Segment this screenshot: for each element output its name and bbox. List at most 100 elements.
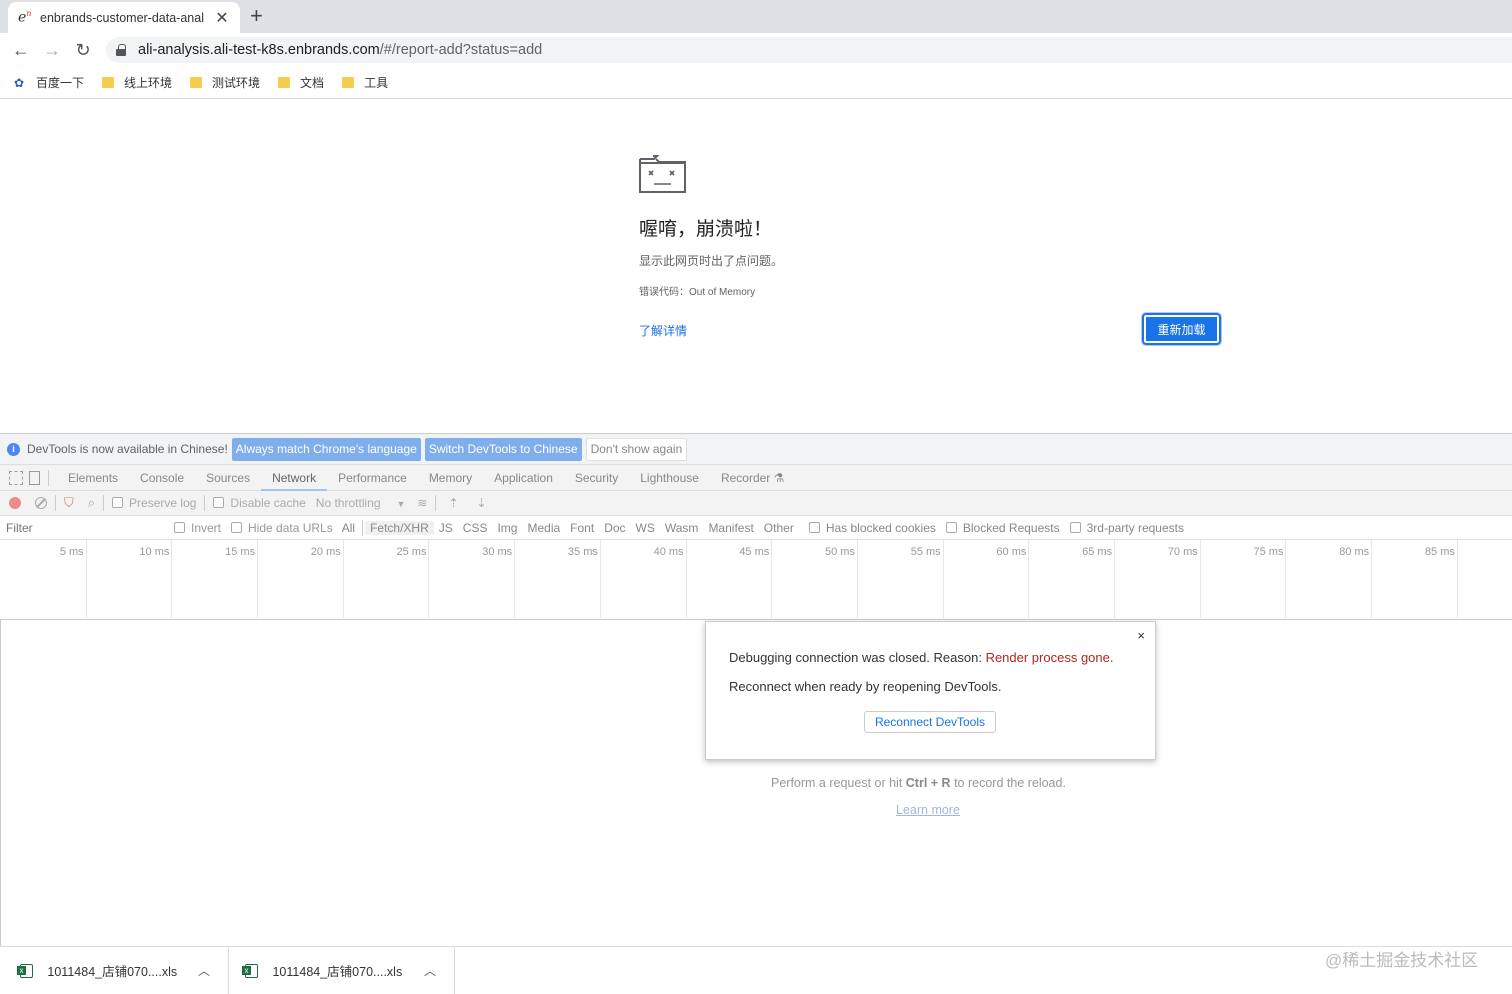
browser-tab[interactable]: en enbrands-customer-data-anal ✕ [8,2,240,33]
tab-elements[interactable]: Elements [57,465,129,491]
forward-icon[interactable]: → [42,40,62,60]
tab-recorder[interactable]: Recorder ⚗ [710,465,795,491]
bookmark-folder-test[interactable]: 测试环境 [190,74,260,91]
filter-type-js[interactable]: JS [434,521,458,535]
address-bar[interactable]: ali-analysis.ali-test-k8s.enbrands.com/#… [106,37,1512,63]
timeline-tick: 85 ms [1372,540,1458,618]
record-reload-hint: Perform a request or hit Ctrl + R to rec… [771,776,1066,790]
bookmark-folder-tools[interactable]: 工具 [342,74,388,91]
timeline-tick: 55 ms [858,540,944,618]
new-tab-icon[interactable]: + [250,4,263,28]
excel-file-icon [241,963,259,978]
folder-icon [278,77,291,88]
preserve-log-checkbox[interactable]: Preserve log [112,496,196,510]
throttling-select[interactable]: No throttling ▼ [316,496,406,510]
reconnect-devtools-button[interactable]: Reconnect DevTools [864,711,996,733]
tab-security[interactable]: Security [564,465,629,491]
reload-button[interactable]: 重新加载 [1141,312,1222,346]
export-har-icon[interactable]: ⇣ [477,496,487,510]
blocked-requests-checkbox[interactable]: Blocked Requests [945,521,1060,535]
bookmark-folder-online[interactable]: 线上环境 [102,74,172,91]
filter-type-css[interactable]: CSS [458,521,493,535]
info-icon: i [7,442,20,456]
bookmark-baidu[interactable]: ✿ 百度一下 [14,74,84,91]
filter-type-font[interactable]: Font [565,521,599,535]
timeline-tick: 40 ms [601,540,687,618]
filter-icon[interactable]: ⛉ [64,495,74,511]
dont-show-again-button[interactable]: Don't show again [585,437,688,461]
timeline-tick: 75 ms [1201,540,1287,618]
devtools-panel-tabs: Elements Console Sources Network Perform… [0,464,1512,491]
tab-lighthouse[interactable]: Lighthouse [629,465,710,491]
download-item[interactable]: 1011484_店铺070....xls ︿ [0,947,229,994]
close-icon[interactable]: × [1137,628,1145,643]
timeline-tick: 30 ms [430,540,516,618]
sad-tab-icon [639,155,686,193]
tab-console[interactable]: Console [129,465,195,491]
search-icon[interactable]: ⌕ [88,495,95,511]
reload-icon[interactable]: ↻ [73,40,93,60]
timeline-tick: 45 ms [687,540,773,618]
tab-application[interactable]: Application [483,465,564,491]
invert-checkbox[interactable]: Invert [174,521,221,535]
network-learn-more-link[interactable]: Learn more [896,803,960,817]
tab-performance[interactable]: Performance [327,465,418,491]
timeline-tick: 35 ms [515,540,601,618]
network-overview-timeline[interactable]: 5 ms 10 ms 15 ms 20 ms 25 ms 30 ms 35 ms 40 ms 4… [0,540,1512,620]
divider [103,495,105,511]
filter-type-media[interactable]: Media [522,521,565,535]
switch-to-chinese-button[interactable]: Switch DevTools to Chinese [424,437,582,461]
import-har-icon[interactable]: ⇡ [448,496,458,510]
disable-cache-checkbox[interactable]: Disable cache [213,496,306,510]
download-filename: 1011484_店铺070....xls [272,965,403,979]
divider [204,495,206,511]
chevron-up-icon[interactable]: ︿ [198,962,210,979]
devtools-language-infobar: i DevTools is now available in Chinese! … [0,433,1512,464]
tab-network[interactable]: Network [261,465,328,491]
tab-sources[interactable]: Sources [195,465,261,491]
crash-title: 喔唷，崩溃啦！ [639,219,773,240]
error-code: 错误代码：Out of Memory [639,287,756,298]
inspect-element-icon[interactable] [9,470,23,485]
filter-type-other[interactable]: Other [759,521,799,535]
third-party-requests-checkbox[interactable]: 3rd-party requests [1069,521,1184,535]
download-item[interactable]: 1011484_店铺070....xls ︿ [229,947,455,994]
close-tab-icon[interactable]: ✕ [214,8,230,28]
network-conditions-icon[interactable]: ≋ [417,496,427,510]
network-toolbar: ⛉ ⌕ Preserve log Disable cache No thrott… [0,491,1512,516]
divider [435,495,437,511]
excel-file-icon [16,963,34,978]
timeline-tick: 65 ms [1029,540,1116,618]
filter-type-fetch-xhr[interactable]: Fetch/XHR [365,520,434,535]
always-match-language-button[interactable]: Always match Chrome's language [231,437,421,461]
dialog-reason: Debugging connection was closed. Reason:… [729,650,1114,665]
filter-type-img[interactable]: Img [492,521,522,535]
bookmarks-bar: ✿ 百度一下 线上环境 测试环境 文档 工具 [0,67,1512,99]
back-icon[interactable]: ← [11,40,31,60]
filter-input[interactable] [0,520,165,535]
record-icon[interactable] [9,497,21,509]
filter-type-wasm[interactable]: Wasm [660,521,704,535]
timeline-tick: 20 ms [258,540,344,618]
has-blocked-cookies-checkbox[interactable]: Has blocked cookies [808,521,936,535]
timeline-tick: 25 ms [344,540,430,618]
chevron-up-icon[interactable]: ︿ [424,962,436,979]
filter-type-doc[interactable]: Doc [599,521,630,535]
tab-memory[interactable]: Memory [418,465,483,491]
url-path: /#/report-add?status=add [379,42,543,58]
lock-icon[interactable] [116,44,126,56]
timeline-tick: 50 ms [772,540,858,618]
filter-type-manifest[interactable]: Manifest [703,521,758,535]
bookmark-folder-docs[interactable]: 文档 [278,74,324,91]
device-toolbar-icon[interactable] [29,470,40,485]
baidu-paw-icon: ✿ [14,75,25,90]
learn-more-link[interactable]: 了解详情 [639,322,687,339]
clear-icon[interactable] [35,497,47,509]
filter-type-all[interactable]: All [337,521,360,535]
timeline-tick: 10 ms [87,540,173,618]
dialog-instruction: Reconnect when ready by reopening DevToo… [729,679,1002,694]
crash-message: 显示此网页时出了点问题。 [639,254,784,268]
hide-data-urls-checkbox[interactable]: Hide data URLs [231,521,333,535]
folder-icon [190,77,203,88]
filter-type-ws[interactable]: WS [631,521,660,535]
